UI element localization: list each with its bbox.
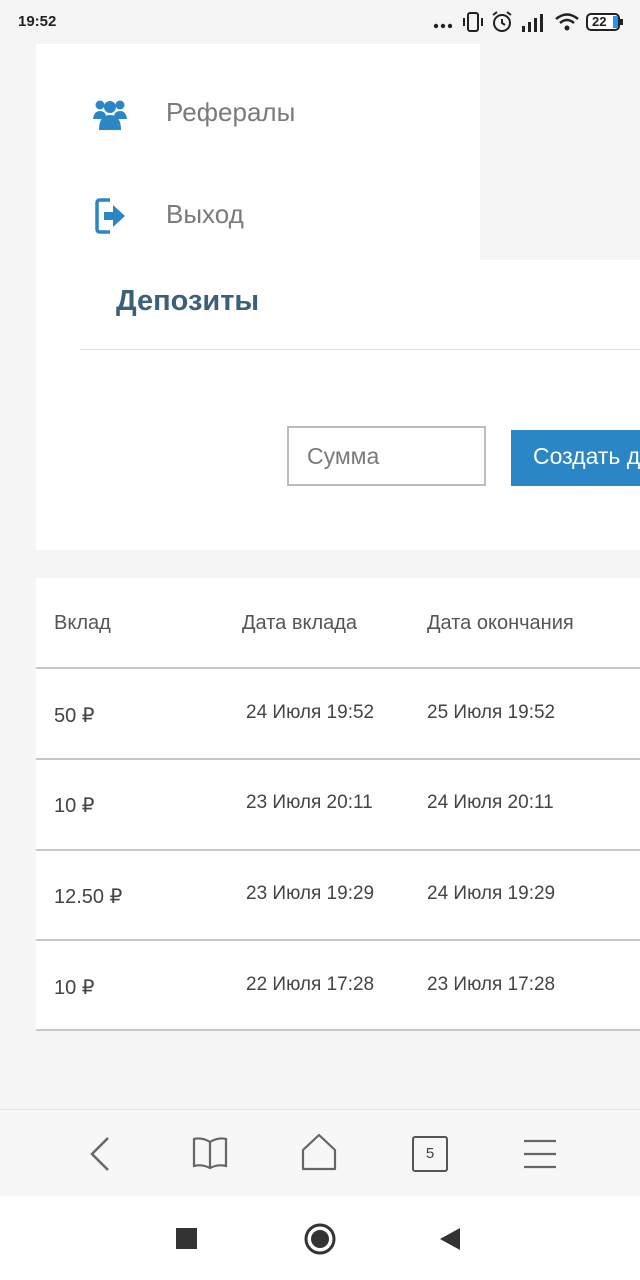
- battery-level: 22: [592, 14, 607, 29]
- column-header-end-date: Дата окончания: [427, 612, 574, 634]
- deposit-end-date: 23 Июля 17:28: [427, 974, 556, 995]
- amount-input[interactable]: [287, 426, 486, 486]
- deposit-amount: 10 ₽: [54, 977, 95, 999]
- create-deposit-button[interactable]: Создать д: [511, 430, 640, 486]
- deposit-end-date: 24 Июля 19:29: [427, 883, 556, 904]
- back-button-icon[interactable]: [438, 1226, 462, 1252]
- alarm-icon: [492, 11, 512, 32]
- signal-icon: [522, 14, 543, 32]
- deposit-amount: 10 ₽: [54, 795, 95, 817]
- system-nav-bar: [0, 1196, 640, 1280]
- background-area: [480, 44, 640, 260]
- deposit-start-date: 23 Июля 20:11: [246, 792, 373, 813]
- tab-count: 5: [425, 1145, 435, 1162]
- column-header-start-date: Дата вклада: [242, 612, 358, 634]
- bookmarks-icon[interactable]: [191, 1136, 229, 1170]
- vibrate-icon: [463, 12, 483, 32]
- deposit-end-date: 25 Июля 19:52: [427, 702, 556, 723]
- menu-item-referrals[interactable]: Рефералы: [80, 84, 460, 144]
- back-icon[interactable]: [84, 1134, 116, 1174]
- deposit-end-date: 24 Июля 20:11: [427, 792, 554, 813]
- home-icon[interactable]: [300, 1132, 338, 1172]
- divider: [80, 349, 640, 350]
- deposit-start-date: 23 Июля 19:29: [246, 883, 375, 904]
- menu-item-label: Выход: [166, 199, 244, 229]
- status-bar: 19:52 22: [0, 0, 640, 44]
- logout-icon: [95, 198, 125, 234]
- wifi-icon: [555, 13, 579, 31]
- menu-item-logout[interactable]: Выход: [80, 186, 460, 246]
- menu-icon[interactable]: [522, 1138, 558, 1170]
- deposit-start-date: 22 Июля 17:28: [246, 974, 375, 995]
- deposit-amount: 12.50 ₽: [54, 886, 123, 908]
- status-time: 19:52: [18, 13, 57, 30]
- table-divider: [36, 1029, 640, 1031]
- users-icon: [93, 100, 127, 130]
- deposit-start-date: 24 Июля 19:52: [246, 702, 375, 723]
- tabs-button[interactable]: 5: [412, 1136, 448, 1172]
- page-title: Депозиты: [116, 285, 260, 317]
- recents-icon[interactable]: [176, 1228, 197, 1249]
- more-dots-icon: [433, 23, 453, 29]
- menu-item-label: Рефералы: [166, 97, 296, 127]
- battery-icon: 22: [586, 12, 624, 32]
- browser-toolbar: 5: [0, 1109, 640, 1196]
- deposit-amount: 50 ₽: [54, 705, 95, 727]
- home-button-icon[interactable]: [303, 1222, 337, 1256]
- column-header-amount: Вклад: [54, 612, 111, 634]
